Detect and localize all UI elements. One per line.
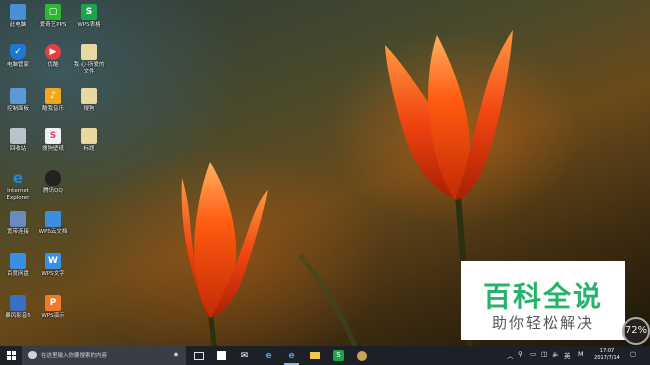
desktop-icon-storm-player[interactable]: 暴风影音5 [0, 295, 36, 320]
icon-label: 搜狗壁纸 [41, 146, 64, 152]
baidu-pan-icon [10, 253, 26, 269]
icon-label: 我·心·所爱的文件 [73, 62, 105, 75]
desktop-icon-control-panel[interactable]: 控制面板 [0, 88, 36, 113]
watermark-title: 百科全说 [482, 280, 603, 313]
qq-icon [45, 170, 61, 186]
windows-logo-icon [6, 351, 16, 360]
clock-date: 2017/7/14 [594, 355, 620, 361]
ime-mode[interactable]: 英 [564, 350, 571, 360]
wps-slides-icon: P [45, 295, 61, 311]
app-taskbar-icon[interactable] [354, 348, 369, 363]
taskbar-search-box[interactable]: 在这里输入你要搜索的内容 ⏺ [22, 346, 186, 365]
icon-label: 暴风影音5 [5, 313, 31, 319]
performance-gauge[interactable]: 72% [622, 317, 650, 345]
wps-writer-icon: W [45, 253, 61, 269]
watermark-banner: 百科全说 助你轻松解决 [461, 261, 625, 340]
desktop-icon-pc-manager[interactable]: ✓ 电脑管家 [0, 44, 36, 69]
microphone-icon[interactable]: ⏺ [174, 350, 178, 360]
icon-label: WPS云文档 [38, 229, 68, 235]
watermark-subtitle: 助你轻松解决 [491, 314, 594, 332]
icon-label: 爱奇艺PPS [39, 22, 67, 28]
desktop-icon-iqiyi[interactable]: ▢ 爱奇艺PPS [35, 4, 71, 29]
desktop-icon-sogou-wallpaper[interactable]: S 搜狗壁纸 [35, 128, 71, 153]
store-icon[interactable] [214, 348, 229, 363]
desktop-icon-broadband[interactable]: 宽带连接 [0, 211, 36, 236]
icon-label: Internet Explorer [6, 188, 30, 201]
show-hidden-icons-icon[interactable]: ︿ [507, 350, 514, 360]
storm-player-icon [10, 295, 26, 311]
icon-label: WPS表格 [77, 22, 101, 28]
icon-label: WPS演示 [41, 313, 65, 319]
clock-time: 17:07 [599, 348, 615, 354]
icon-label: 搜狗 [83, 106, 95, 112]
sogou-wallpaper-icon: S [45, 128, 61, 144]
battery-icon[interactable]: ▭ [530, 350, 536, 358]
icon-label: 控制面板 [6, 106, 29, 112]
control-panel-icon [10, 88, 26, 104]
mail-icon[interactable]: ✉ [237, 348, 252, 363]
youku-icon: ▶ [45, 44, 61, 60]
computer-icon [10, 4, 26, 20]
desktop-icon-qq[interactable]: 腾讯QQ [35, 170, 71, 195]
gauge-value: 72 [624, 325, 638, 336]
icon-label: 电脑管家 [6, 62, 29, 68]
desktop-icon-youku[interactable]: ▶ 优酷 [35, 44, 71, 69]
desktop-icon-title-doc[interactable]: 标题 [71, 128, 107, 153]
file-icon [81, 44, 97, 60]
ie-taskbar-icon[interactable]: e [284, 348, 299, 365]
iqiyi-icon: ▢ [45, 4, 61, 20]
wps-sheet-taskbar-icon[interactable]: S [331, 348, 346, 363]
icon-label: 腾讯QQ [43, 188, 63, 194]
icon-label: 标题 [83, 146, 95, 152]
edge-icon[interactable]: e [261, 348, 276, 363]
search-input[interactable]: 在这里输入你要搜索的内容 [41, 351, 107, 359]
desktop-icon-sogou[interactable]: 搜狗 [71, 88, 107, 113]
desktop-icon-recycle-bin[interactable]: 回收站 [0, 128, 36, 153]
taskbar: 在这里输入你要搜索的内容 ⏺ ✉ e e S ︿ ⚲ ▭ ◫ 🔈 英 M 17:… [0, 346, 650, 365]
ime-indicator[interactable]: M [578, 350, 584, 358]
start-button[interactable] [0, 346, 22, 365]
document-icon [81, 88, 97, 104]
icon-label: 此电脑 [9, 22, 27, 28]
desktop-icon-internet-explorer[interactable]: e Internet Explorer [0, 169, 36, 202]
cortana-icon [28, 351, 37, 359]
recycle-bin-icon [10, 128, 26, 144]
desktop-icon-baidu-pan[interactable]: 百度网盘 [0, 253, 36, 278]
network-icon[interactable]: ⚲ [518, 350, 523, 358]
icon-label: 宽带连接 [6, 229, 29, 235]
shield-icon: ✓ [10, 44, 26, 60]
icon-label: 回收站 [9, 146, 27, 152]
task-view-icon[interactable] [191, 348, 206, 363]
broadband-icon [10, 211, 26, 227]
desktop-icon-wps-cloud[interactable]: WPS云文档 [35, 211, 71, 236]
desktop-icon-this-pc[interactable]: 此电脑 [0, 4, 36, 29]
desktop-icon-wps-slides[interactable]: P WPS演示 [35, 295, 71, 320]
file-explorer-icon[interactable] [307, 348, 322, 363]
icon-label: 酷我音乐 [41, 106, 64, 112]
wps-cloud-icon [45, 211, 61, 227]
action-tray-icon[interactable]: ◫ [541, 350, 547, 358]
volume-icon[interactable]: 🔈 [552, 350, 560, 358]
ie-icon: e [12, 169, 24, 187]
icon-label: 百度网盘 [6, 271, 29, 277]
icon-label: 优酷 [47, 62, 59, 68]
kuwo-icon: ♪ [45, 88, 61, 104]
desktop-icon-wps-sheet[interactable]: S WPS表格 [71, 4, 107, 29]
taskbar-clock[interactable]: 17:07 2017/7/14 [592, 348, 622, 362]
desktop-icon-my-file[interactable]: 我·心·所爱的文件 [71, 44, 107, 76]
wps-sheet-icon: S [81, 4, 97, 20]
icon-label: WPS文字 [41, 271, 65, 277]
desktop-icon-kuwo[interactable]: ♪ 酷我音乐 [35, 88, 71, 113]
desktop-icon-wps-writer[interactable]: W WPS文字 [35, 253, 71, 278]
notification-icon[interactable]: ▢ [630, 350, 636, 358]
document-icon [81, 128, 97, 144]
